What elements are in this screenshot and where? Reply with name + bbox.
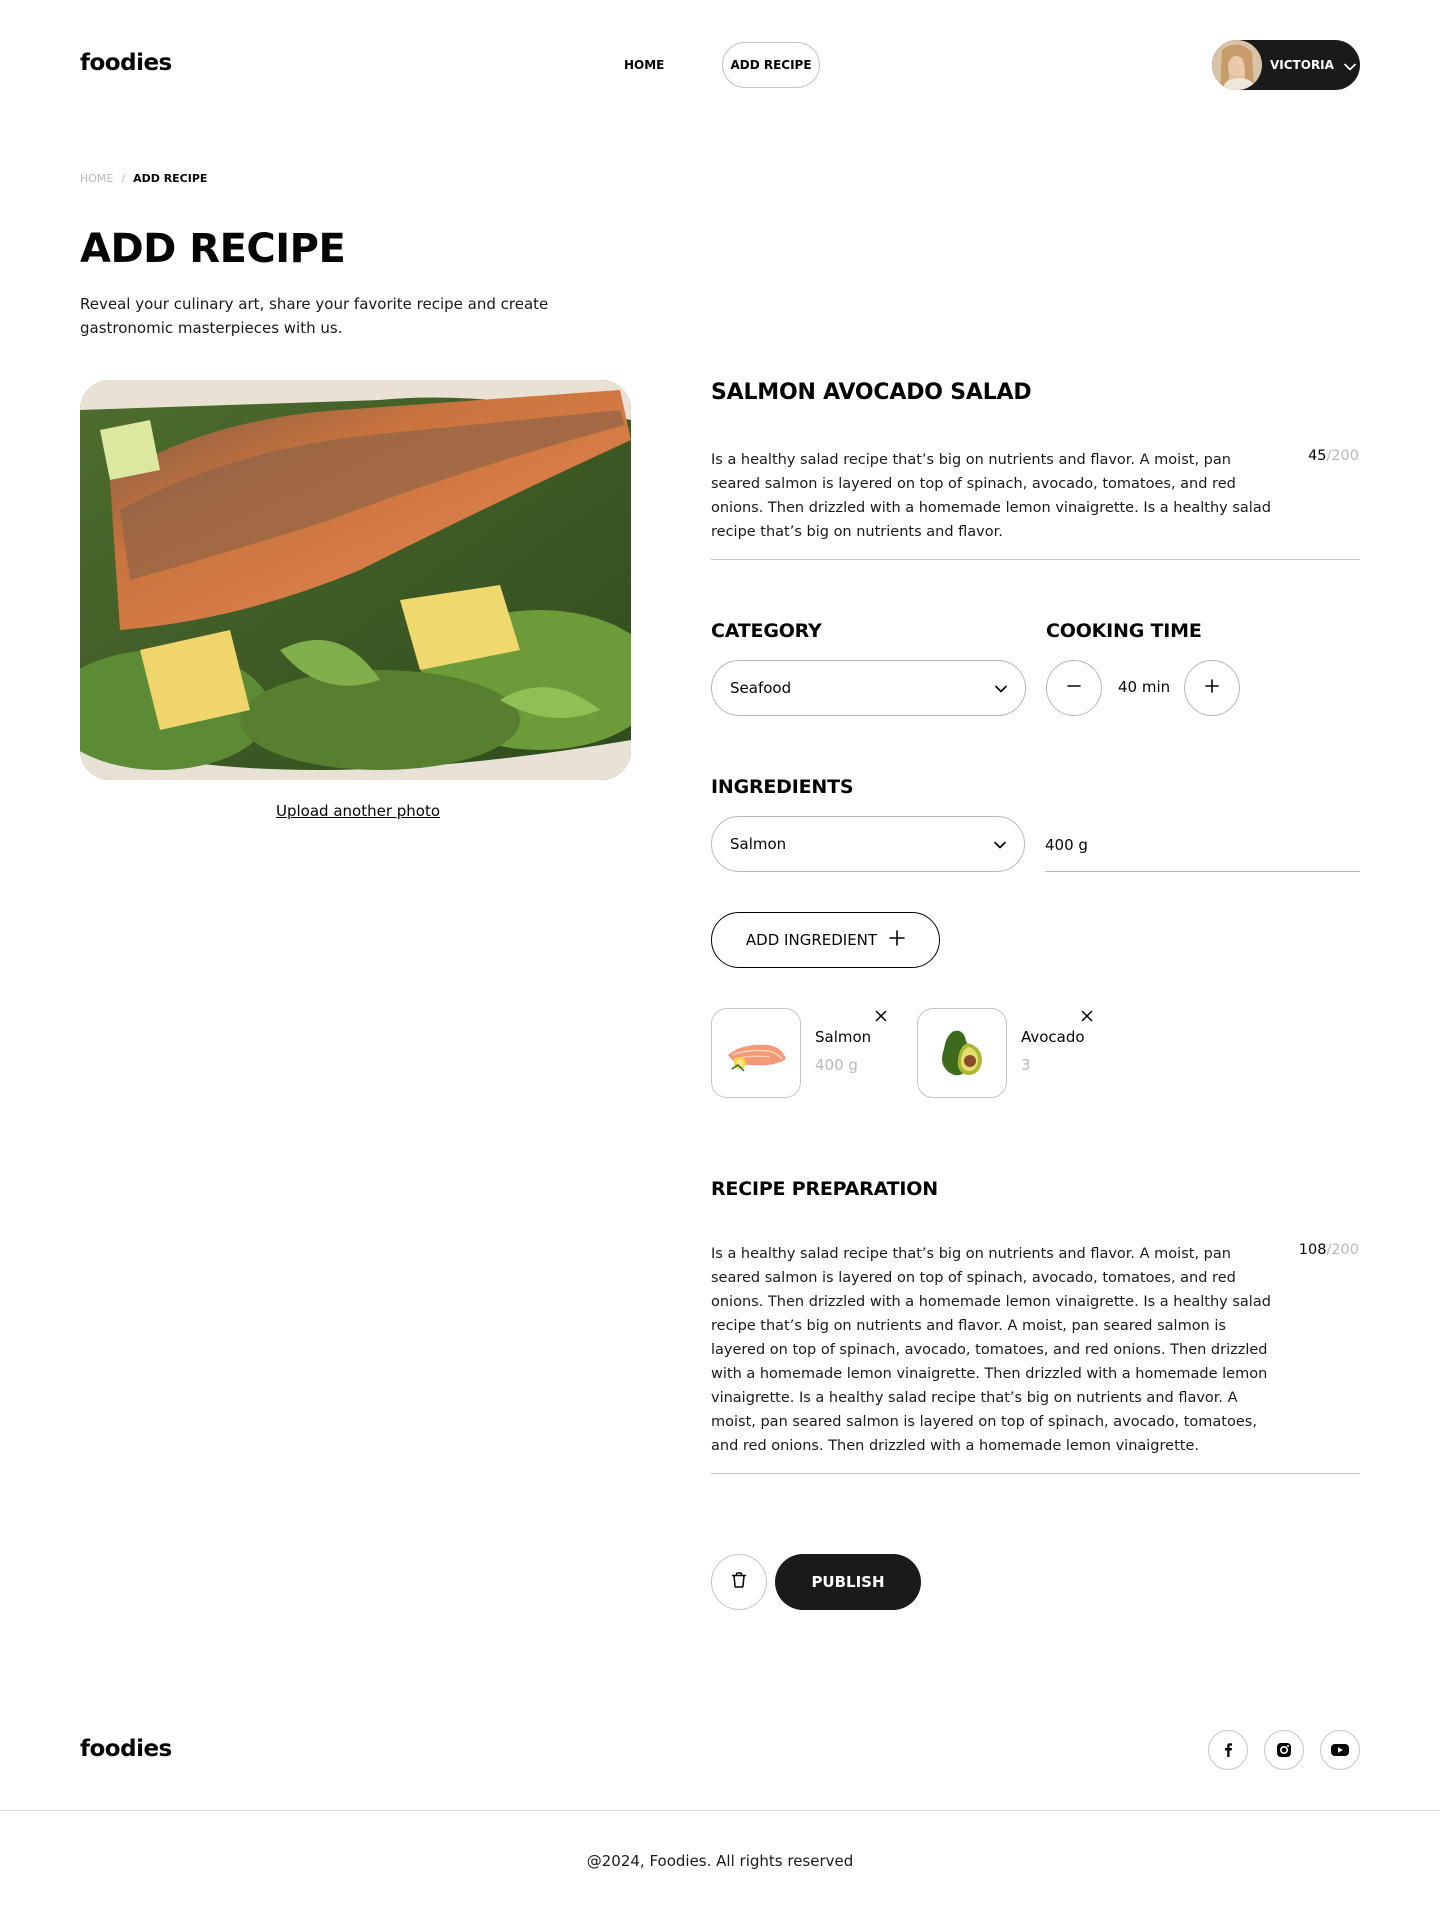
breadcrumb-home-link[interactable]: HOME (80, 172, 113, 185)
description-count: 45 (1307, 448, 1327, 464)
recipe-title-input[interactable]: SALMON AVOCADO SALAD (711, 380, 1032, 405)
instagram-icon[interactable] (1264, 1730, 1304, 1770)
increase-time-button[interactable] (1184, 660, 1240, 716)
add-ingredient-button[interactable]: ADD INGREDIENT (711, 912, 940, 968)
description-char-counter: 45/200 (1308, 448, 1359, 464)
preparation-char-counter: 108/200 (1299, 1242, 1359, 1258)
cooking-time-label: COOKING TIME (1046, 620, 1202, 642)
category-value: Seafood (730, 679, 792, 697)
youtube-icon[interactable] (1320, 1730, 1360, 1770)
facebook-icon[interactable] (1208, 1730, 1248, 1770)
preparation-label: RECIPE PREPARATION (711, 1178, 938, 1200)
page-subtitle: Reveal your culinary art, share your fav… (80, 295, 549, 337)
preparation-max: /200 (1326, 1242, 1359, 1258)
chevron-down-icon (1344, 56, 1356, 75)
ingredient-card-image (711, 1008, 801, 1098)
footer-divider (0, 1810, 1440, 1811)
ingredient-qty: 3 (1021, 1056, 1031, 1074)
ingredient-card-image (917, 1008, 1007, 1098)
plus-icon (889, 930, 905, 950)
copyright-text: @2024, Foodies. All rights reserved (586, 1852, 854, 1870)
avatar (1212, 40, 1262, 90)
preparation-divider (711, 1473, 1360, 1474)
preparation-textarea[interactable]: Is a healthy salad recipe that’s big on … (711, 1242, 1271, 1458)
breadcrumb-current: ADD RECIPE (133, 172, 208, 185)
delete-recipe-button[interactable] (711, 1554, 767, 1610)
user-menu-button[interactable]: VICTORIA (1212, 40, 1360, 90)
nav-add-recipe-link[interactable]: ADD RECIPE (722, 42, 820, 88)
ingredient-qty: 400 g (815, 1056, 858, 1074)
remove-ingredient-button[interactable] (1079, 1008, 1095, 1024)
user-name: VICTORIA (1270, 58, 1334, 72)
ingredient-name: Avocado (1021, 1028, 1085, 1046)
description-divider (711, 559, 1360, 560)
header-logo[interactable]: foodies (80, 50, 172, 76)
category-select[interactable]: Seafood (711, 660, 1026, 716)
plus-icon (1204, 678, 1220, 698)
preparation-count: 108 (1298, 1242, 1327, 1258)
ingredient-select[interactable]: Salmon (711, 816, 1025, 872)
recipe-description-input[interactable]: Is a healthy salad recipe that’s big on … (711, 448, 1271, 544)
category-label: CATEGORY (711, 620, 822, 642)
publish-button[interactable]: PUBLISH (775, 1554, 921, 1610)
close-icon (875, 1007, 887, 1026)
upload-photo-link[interactable]: Upload another photo (276, 802, 440, 820)
cooking-time-value: 40 min (1118, 678, 1171, 696)
ingredient-quantity-input[interactable]: 400 g (1045, 836, 1360, 872)
ingredients-label: INGREDIENTS (711, 776, 854, 798)
quantity-underline (1045, 871, 1360, 872)
breadcrumb-separator: / (121, 172, 126, 185)
description-max: /200 (1326, 448, 1359, 464)
chevron-down-icon (994, 835, 1006, 853)
add-ingredient-label: ADD INGREDIENT (745, 931, 878, 949)
breadcrumb: HOME / ADD RECIPE (80, 172, 207, 185)
chevron-down-icon (995, 679, 1007, 697)
nav-home-link[interactable]: HOME (624, 58, 664, 72)
decrease-time-button[interactable] (1046, 660, 1102, 716)
trash-icon (730, 1571, 748, 1593)
remove-ingredient-button[interactable] (873, 1008, 889, 1024)
ingredient-select-value: Salmon (730, 835, 787, 853)
page-title: ADD RECIPE (80, 226, 346, 272)
close-icon (1081, 1007, 1093, 1026)
footer-logo[interactable]: foodies (80, 1736, 172, 1762)
ingredient-name: Salmon (815, 1028, 872, 1046)
minus-icon (1066, 678, 1082, 698)
recipe-photo[interactable] (80, 380, 631, 780)
